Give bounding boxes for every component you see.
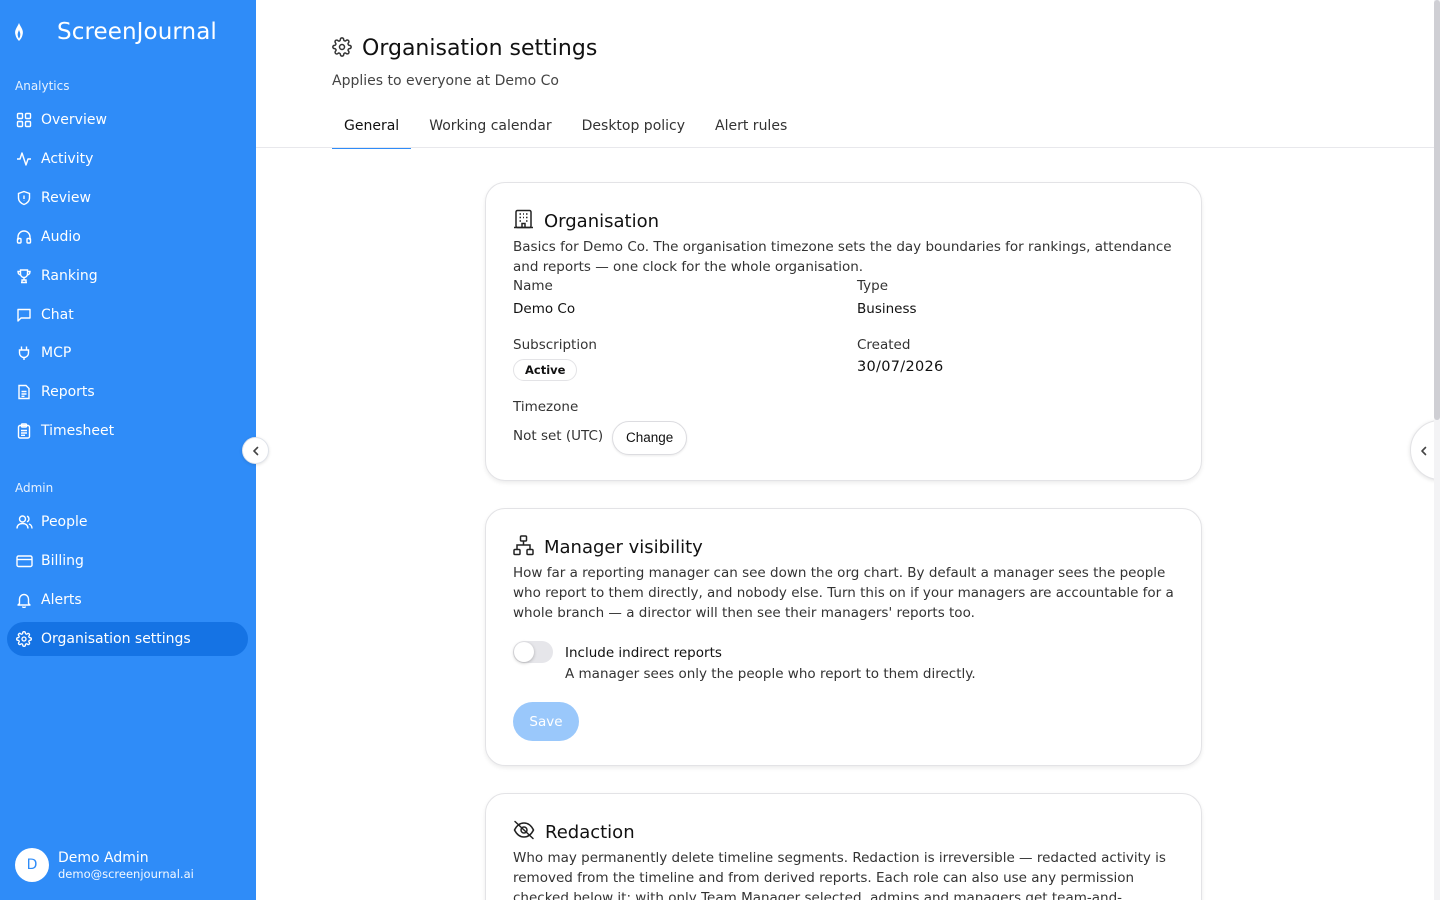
user-menu[interactable]: D Demo Admin demo@screenjournal.ai bbox=[15, 848, 194, 882]
sidebar-item-label: Review bbox=[41, 190, 91, 206]
save-button[interactable]: Save bbox=[513, 702, 579, 741]
sidebar-item-people[interactable]: People bbox=[7, 505, 248, 539]
sidebar-item-label: People bbox=[41, 514, 88, 530]
user-name: Demo Admin bbox=[58, 849, 149, 866]
sidebar-item-label: Billing bbox=[41, 553, 84, 569]
sidebar-item-label: Overview bbox=[41, 112, 107, 128]
tabs-divider bbox=[256, 147, 1434, 148]
sidebar-item-overview[interactable]: Overview bbox=[7, 103, 248, 137]
tab-desktop-policy[interactable]: Desktop policy bbox=[570, 112, 697, 148]
grid-icon bbox=[15, 111, 33, 129]
admin-section-label: Admin bbox=[15, 481, 54, 495]
manager-visibility-card-header: Manager visibility bbox=[513, 535, 703, 560]
sidebar: ScreenJournal Analytics Overview Activit… bbox=[0, 0, 256, 900]
sidebar-item-organisation-settings[interactable]: Organisation settings bbox=[7, 622, 248, 656]
change-timezone-button[interactable]: Change bbox=[612, 421, 688, 455]
status-badge: Active bbox=[513, 359, 578, 381]
trophy-icon bbox=[15, 267, 33, 285]
sidebar-item-mcp[interactable]: MCP bbox=[7, 336, 248, 370]
sidebar-item-chat[interactable]: Chat bbox=[7, 298, 248, 332]
card-description: Basics for Demo Co. The organisation tim… bbox=[513, 239, 1172, 275]
shield-icon bbox=[15, 189, 33, 207]
sidebar-item-label: Chat bbox=[41, 307, 74, 323]
page-header: Organisation settings bbox=[332, 36, 597, 61]
name-value: Demo Co bbox=[513, 301, 576, 317]
building-icon bbox=[513, 209, 534, 233]
sidebar-item-review[interactable]: Review bbox=[7, 181, 248, 215]
user-email: demo@screenjournal.ai bbox=[58, 866, 194, 881]
toggle-knob bbox=[514, 642, 534, 662]
org-chart-icon bbox=[513, 535, 534, 560]
clipboard-icon bbox=[15, 422, 33, 440]
activity-icon bbox=[15, 150, 33, 168]
sidebar-item-billing[interactable]: Billing bbox=[7, 544, 248, 578]
sidebar-item-timesheet[interactable]: Timesheet bbox=[7, 414, 248, 448]
avatar: D bbox=[15, 848, 49, 882]
timezone-label: Timezone bbox=[513, 399, 579, 415]
gear-icon bbox=[332, 36, 352, 61]
user-info: Demo Admin demo@screenjournal.ai bbox=[58, 850, 194, 881]
users-icon bbox=[15, 513, 33, 531]
sidebar-item-reports[interactable]: Reports bbox=[7, 375, 248, 409]
card-description: How far a reporting manager can see down… bbox=[513, 565, 1174, 621]
created-value: 30/07/2026 bbox=[857, 359, 944, 375]
manager-visibility-card: Manager visibility How far a reporting m… bbox=[485, 508, 1202, 766]
card-title: Manager visibility bbox=[544, 537, 703, 558]
sidebar-item-label: MCP bbox=[41, 345, 72, 361]
organisation-card: Organisation Basics for Demo Co. The org… bbox=[485, 182, 1202, 481]
gear-icon bbox=[15, 630, 33, 648]
page-subtitle: Applies to everyone at Demo Co bbox=[332, 73, 559, 89]
scrollbar[interactable] bbox=[1434, 0, 1440, 900]
sidebar-item-label: Ranking bbox=[41, 268, 98, 284]
flame-logo-icon bbox=[10, 21, 28, 43]
headphones-icon bbox=[15, 228, 33, 246]
redaction-card: Redaction Who may permanently delete tim… bbox=[485, 793, 1202, 900]
card-title: Redaction bbox=[545, 821, 635, 843]
sidebar-item-audio[interactable]: Audio bbox=[7, 220, 248, 254]
toggle-help-text: A manager sees only the people who repor… bbox=[565, 666, 976, 682]
subscription-label: Subscription bbox=[513, 337, 597, 353]
tab-working-calendar[interactable]: Working calendar bbox=[417, 112, 563, 148]
created-label: Created bbox=[857, 337, 911, 353]
name-label: Name bbox=[513, 278, 553, 294]
type-label: Type bbox=[857, 278, 889, 294]
page-title: Organisation settings bbox=[362, 36, 598, 61]
redaction-card-header: Redaction bbox=[513, 820, 635, 844]
sidebar-item-label: Timesheet bbox=[41, 423, 115, 439]
include-indirect-reports-toggle[interactable] bbox=[513, 641, 553, 663]
chat-icon bbox=[15, 306, 33, 324]
organisation-card-header: Organisation bbox=[513, 209, 659, 233]
type-value: Business bbox=[857, 301, 917, 317]
chevron-left-icon bbox=[1419, 441, 1429, 460]
brand[interactable]: ScreenJournal bbox=[10, 16, 217, 48]
sidebar-item-activity[interactable]: Activity bbox=[7, 142, 248, 176]
card-title: Organisation bbox=[544, 210, 660, 232]
main-content: Organisation settings Applies to everyon… bbox=[256, 0, 1434, 900]
tab-bar: General Working calendar Desktop policy … bbox=[332, 112, 805, 149]
sidebar-item-label: Organisation settings bbox=[41, 631, 191, 647]
tab-general[interactable]: General bbox=[332, 112, 412, 149]
sidebar-item-label: Alerts bbox=[41, 592, 82, 608]
scrollbar-thumb[interactable] bbox=[1434, 0, 1440, 420]
card-description: Who may permanently delete timeline segm… bbox=[513, 850, 1166, 900]
sidebar-item-label: Activity bbox=[41, 151, 94, 167]
credit-card-icon bbox=[15, 552, 33, 570]
app-name: ScreenJournal bbox=[57, 19, 217, 45]
document-icon bbox=[15, 383, 33, 401]
sidebar-item-label: Reports bbox=[41, 384, 95, 400]
plug-icon bbox=[15, 344, 33, 362]
bell-icon bbox=[15, 591, 33, 609]
eye-off-icon bbox=[513, 820, 535, 844]
toggle-label: Include indirect reports bbox=[565, 645, 722, 661]
sidebar-item-label: Audio bbox=[41, 229, 81, 245]
analytics-section-label: Analytics bbox=[15, 79, 70, 93]
sidebar-item-ranking[interactable]: Ranking bbox=[7, 259, 248, 293]
tab-alert-rules[interactable]: Alert rules bbox=[703, 112, 799, 148]
sidebar-item-alerts[interactable]: Alerts bbox=[7, 583, 248, 617]
timezone-value: Not set (UTC) bbox=[513, 428, 604, 444]
